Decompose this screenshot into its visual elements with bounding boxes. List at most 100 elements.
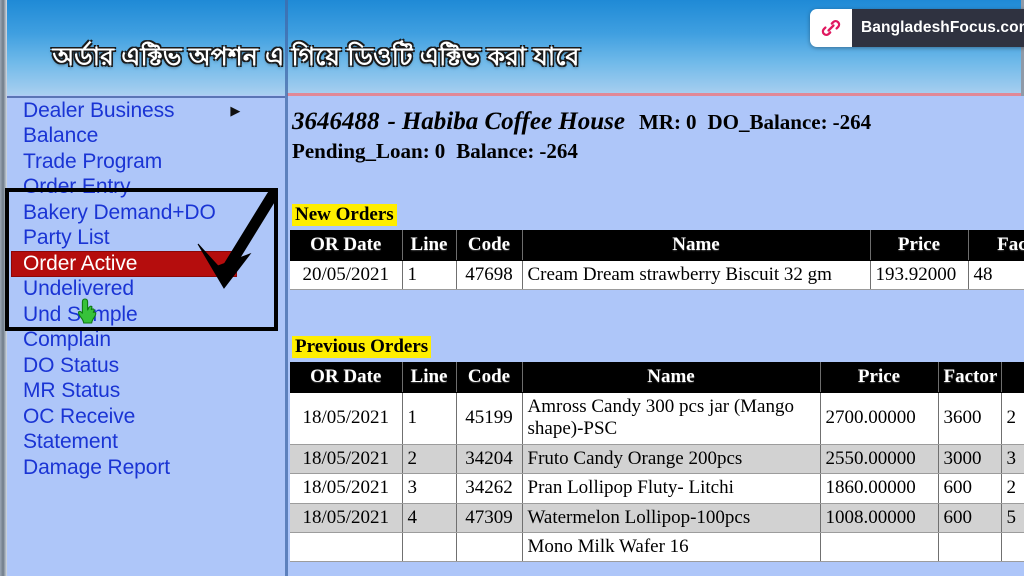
sidebar-item-order-active[interactable]: Order Active: [11, 251, 237, 277]
sidebar-item-trade-program[interactable]: Trade Program: [7, 149, 285, 175]
sidebar-item-order-entry[interactable]: Order Entry: [7, 175, 285, 201]
cell-or_date: 18/05/2021: [290, 473, 403, 504]
sidebar-item-label: Statement: [23, 430, 118, 454]
column-header: Name: [522, 362, 821, 393]
table-header-row: OR DateLineCodeNamePriceFactorQ: [290, 362, 1024, 393]
sidebar-item-label: Order Active: [23, 251, 138, 275]
column-header: Code: [456, 230, 523, 261]
sidebar-item-label: Und Sample: [23, 302, 138, 326]
cell-line: 1: [402, 260, 457, 291]
sidebar-item-dealer-business[interactable]: Dealer Business ▶: [7, 98, 285, 124]
account-code: 3646488: [292, 108, 380, 135]
table-row[interactable]: 18/05/2021 4 47309 Watermelon Lollipop-100p…: [290, 503, 1024, 534]
column-header: Price: [870, 230, 969, 261]
cell-code: [456, 532, 523, 563]
cell-price: 1860.00000: [820, 473, 939, 504]
sidebar-item-oc-receive[interactable]: OC Receive: [7, 404, 285, 430]
new-orders-section-label: New Orders: [292, 204, 397, 227]
cell-name: Watermelon Lollipop-100pcs: [522, 503, 821, 534]
pending-loan-value: 0: [434, 139, 446, 163]
sidebar-item-statement[interactable]: Statement: [7, 430, 285, 456]
column-header: Price: [820, 362, 939, 393]
cell-line: [402, 532, 457, 563]
cell-factor: 600: [938, 503, 1002, 534]
table-row[interactable]: 20/05/2021 1 47698 Cream Dream strawberry B…: [290, 260, 1024, 291]
cell-line: 3: [402, 473, 457, 504]
content-pane: 3646488- Habiba Coffee House MR: 0 DO_Balanc…: [288, 96, 1024, 576]
column-header: Q: [1001, 362, 1024, 393]
sidebar-item-und-sample[interactable]: Und Sample: [7, 302, 285, 328]
cell-qty: 3: [1001, 444, 1024, 475]
new-orders-table: OR DateLineCodeNamePriceFactor 20/05/202…: [290, 230, 1024, 291]
cell-price: 2700.00000: [820, 392, 939, 445]
column-header: OR Date: [290, 230, 403, 261]
chevron-right-icon: ▶: [230, 103, 241, 119]
watermark-text: BangladeshFocus.com: [852, 9, 1024, 47]
app-window: অর্ডার এক্টিভ অপশন এ গিয়ে ডিওটি এক্টিভ …: [0, 0, 1024, 576]
cell-qty: 2: [1001, 473, 1024, 504]
previous-orders-table: OR DateLineCodeNamePriceFactorQ 18/05/20…: [290, 362, 1024, 563]
cell-code: 45199: [456, 392, 523, 445]
cell-line: 1: [402, 392, 457, 445]
column-header: Line: [402, 362, 457, 393]
sidebar-item-party-list[interactable]: Party List: [7, 226, 285, 252]
cell-or_date: [290, 532, 403, 563]
sidebar-item-label: Dealer Business: [23, 98, 175, 122]
column-header: Factor: [968, 230, 1024, 261]
cell-or_date: 20/05/2021: [290, 260, 403, 291]
cell-name: Fruto Candy Orange 200pcs: [522, 444, 821, 475]
cell-name: Cream Dream strawberry Biscuit 32 gm: [522, 260, 871, 291]
table-header-row: OR DateLineCodeNamePriceFactor: [290, 230, 1024, 261]
account-dash: -: [387, 108, 396, 135]
cell-or_date: 18/05/2021: [290, 444, 403, 475]
column-header: Code: [456, 362, 523, 393]
cell-or_date: 18/05/2021: [290, 503, 403, 534]
balance-label: Balance:: [456, 139, 535, 163]
do-balance-label: DO_Balance:: [707, 110, 828, 134]
cell-qty: 2: [1001, 392, 1024, 445]
table-row[interactable]: 18/05/2021 3 34262 Pran Lollipop Fluty- Lit…: [290, 473, 1024, 504]
cell-code: 34204: [456, 444, 523, 475]
balance-value: -264: [539, 139, 578, 163]
column-header: OR Date: [290, 362, 403, 393]
sidebar-item-balance[interactable]: Balance: [7, 124, 285, 150]
pending-loan-label: Pending_Loan:: [292, 139, 430, 163]
cell-factor: 600: [938, 473, 1002, 504]
watermark-badge: BangladeshFocus.com: [810, 9, 1024, 47]
table-row[interactable]: 18/05/2021 2 34204 Fruto Candy Orange 200pc…: [290, 444, 1024, 475]
cell-price: 1008.00000: [820, 503, 939, 534]
sidebar-item-damage-report[interactable]: Damage Report: [7, 455, 285, 481]
cell-qty: 5: [1001, 503, 1024, 534]
cell-code: 47309: [456, 503, 523, 534]
cell-factor: 48: [968, 260, 1024, 291]
sidebar-item-label: Bakery Demand+DO: [23, 200, 216, 224]
sidebar-item-complain[interactable]: Complain: [7, 328, 285, 354]
sidebar-item-label: Undelivered: [23, 277, 134, 301]
sidebar-item-bakery-demand-do[interactable]: Bakery Demand+DO: [7, 200, 285, 226]
cell-or_date: 18/05/2021: [290, 392, 403, 445]
mr-label: MR:: [638, 110, 681, 134]
previous-orders-section-label: Previous Orders: [292, 336, 432, 359]
sidebar-item-label: Party List: [23, 226, 110, 250]
do-balance-value: -264: [832, 110, 872, 134]
account-header-line2: Pending_Loan: 0 Balance: -264: [292, 139, 578, 164]
sidebar-item-label: Trade Program: [23, 149, 163, 173]
cell-factor: 3000: [938, 444, 1002, 475]
sidebar-item-label: OC Receive: [23, 404, 136, 428]
sidebar-menu: Dealer Business ▶ Balance Trade Program Orde…: [7, 96, 285, 576]
sidebar-item-label: Balance: [23, 124, 99, 148]
cell-name: Mono Milk Wafer 16: [522, 532, 821, 563]
banner-title-bengali: অর্ডার এক্টিভ অপশন এ গিয়ে ডিওটি এক্টিভ …: [52, 43, 580, 71]
account-name: Habiba Coffee House: [401, 108, 625, 135]
sidebar-item-do-status[interactable]: DO Status: [7, 353, 285, 379]
sidebar-item-label: DO Status: [23, 353, 119, 377]
cell-code: 47698: [456, 260, 523, 291]
table-row[interactable]: 18/05/2021 1 45199 Amross Candy 300 pcs jar…: [290, 392, 1024, 445]
sidebar-item-label: Damage Report: [23, 455, 170, 479]
column-header: Factor: [938, 362, 1002, 393]
table-row[interactable]: Mono Milk Wafer 16: [290, 532, 1024, 563]
sidebar-item-mr-status[interactable]: MR Status: [7, 379, 285, 405]
cell-price: [820, 532, 939, 563]
sidebar-item-undelivered[interactable]: Undelivered: [7, 277, 285, 303]
sidebar-item-label: Order Entry: [23, 175, 131, 199]
